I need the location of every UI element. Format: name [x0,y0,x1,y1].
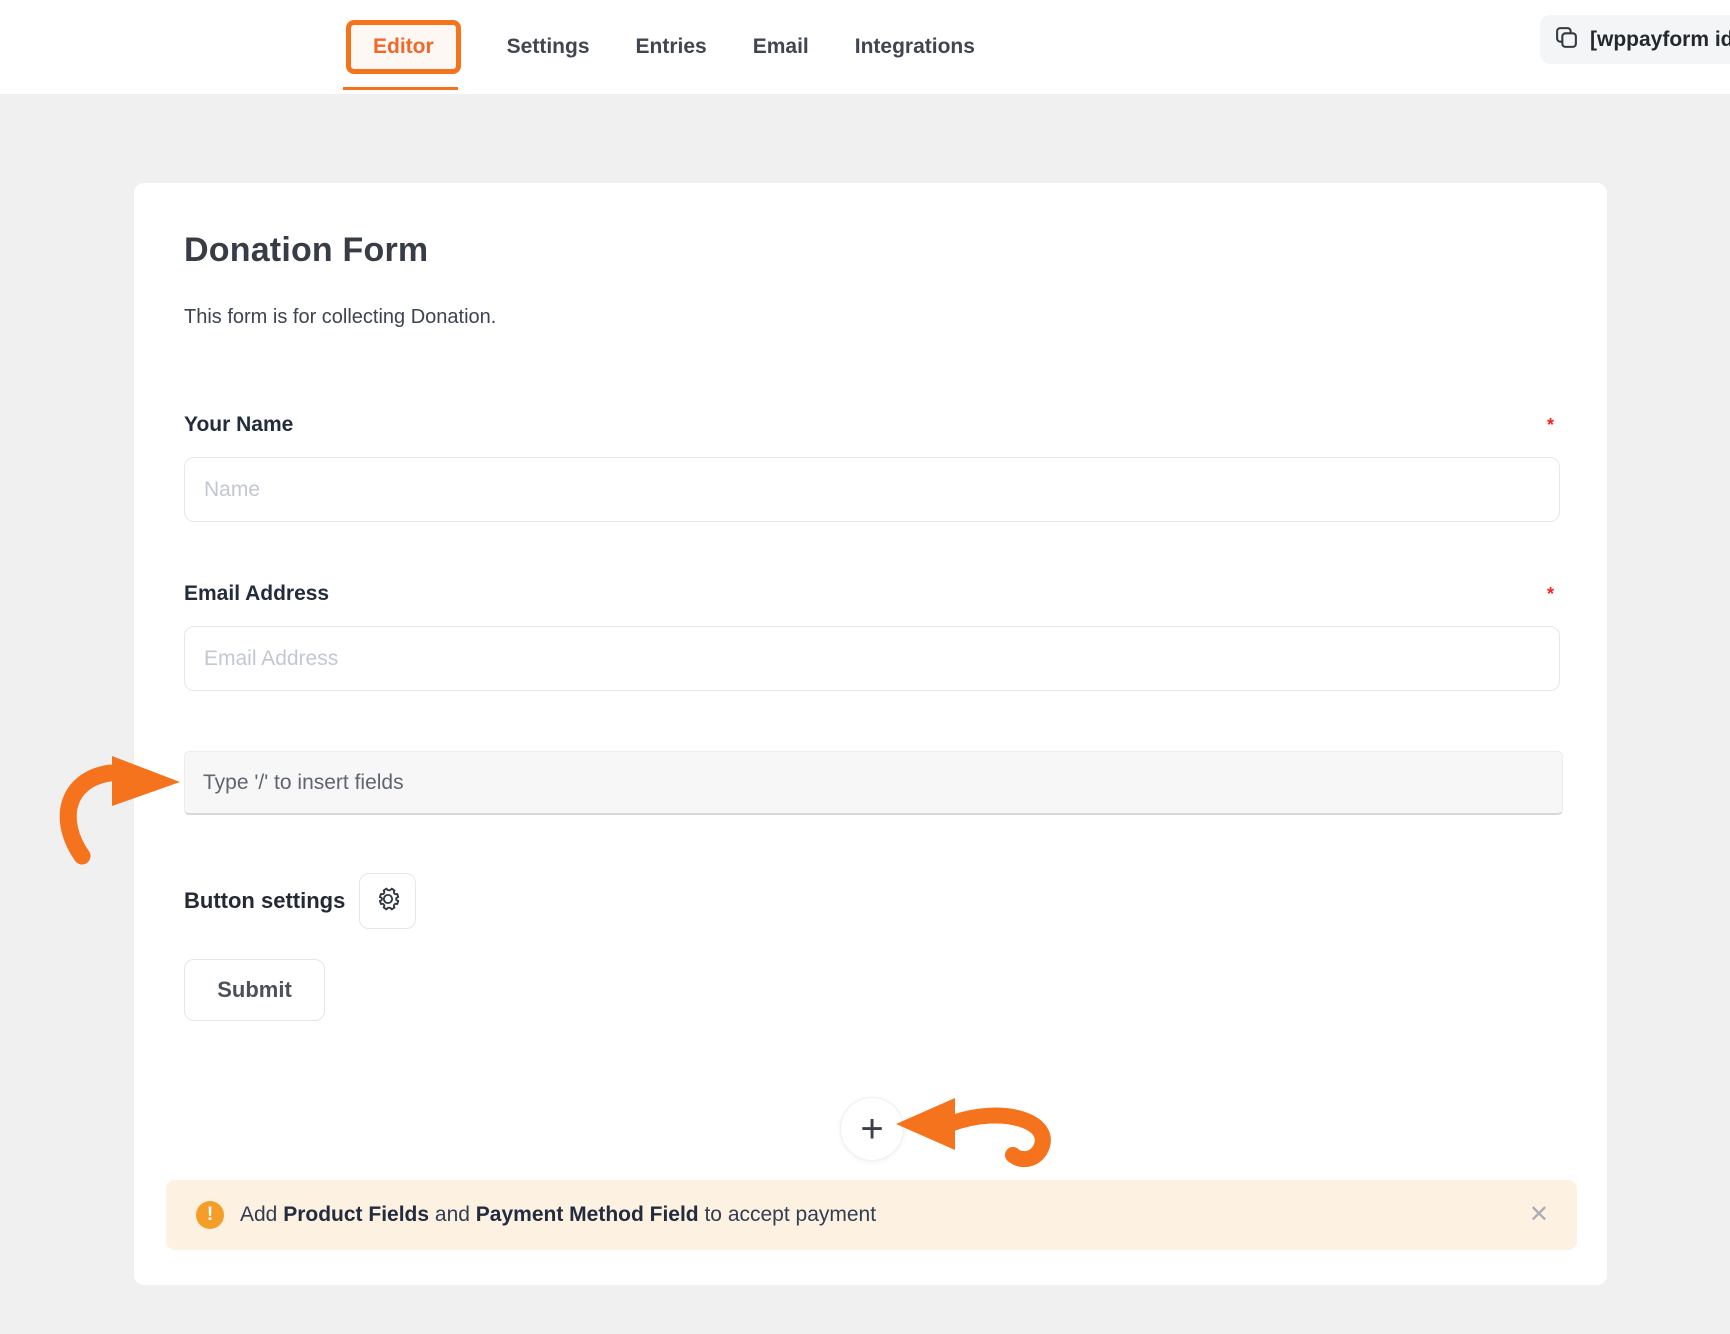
tab-bar: Editor Settings Entries Email Integratio… [346,0,975,94]
close-icon[interactable]: ✕ [1529,1203,1549,1227]
active-tab-underline [343,87,458,90]
form-editor-card: Donation Form This form is for collectin… [134,183,1607,1285]
warning-icon: ! [196,1201,224,1229]
required-asterisk: * [1547,584,1554,605]
add-field-button[interactable]: + [840,1097,904,1161]
button-settings-row: Button settings [184,873,1560,929]
tab-editor[interactable]: Editor [373,35,434,59]
plus-icon: + [860,1109,883,1149]
payment-warning-banner: ! Add Product Fields and Payment Method … [166,1180,1577,1250]
required-asterisk: * [1547,415,1554,436]
button-settings-label: Button settings [184,888,345,914]
top-navigation-bar: Editor Settings Entries Email Integratio… [0,0,1730,94]
add-field-row: + [184,1097,1560,1161]
email-input[interactable] [184,626,1560,691]
tab-integrations[interactable]: Integrations [855,35,975,59]
insert-fields-editor[interactable]: Type '/' to insert fields [184,751,1563,815]
form-title: Donation Form [184,231,1560,270]
tab-entries[interactable]: Entries [636,35,707,59]
button-settings-gear-button[interactable] [359,873,416,929]
submit-button[interactable]: Submit [184,959,325,1021]
name-field-label: Your Name [184,413,293,437]
copy-icon [1554,25,1579,55]
tab-email[interactable]: Email [753,35,809,59]
email-field-label: Email Address [184,582,329,606]
tab-settings[interactable]: Settings [507,35,590,59]
form-description: This form is for collecting Donation. [184,306,1560,329]
tab-editor-highlight: Editor [346,20,461,74]
insert-fields-hint: Type '/' to insert fields [203,771,404,795]
copy-shortcode-button[interactable]: [wppayform id= [1540,15,1730,64]
payment-warning-text: Add Product Fields and Payment Method Fi… [240,1203,876,1227]
field-group-name: Your Name * [184,413,1560,522]
field-group-email: Email Address * [184,582,1560,691]
shortcode-label: [wppayform id= [1590,28,1730,52]
gear-icon [375,886,401,917]
name-input[interactable] [184,457,1560,522]
